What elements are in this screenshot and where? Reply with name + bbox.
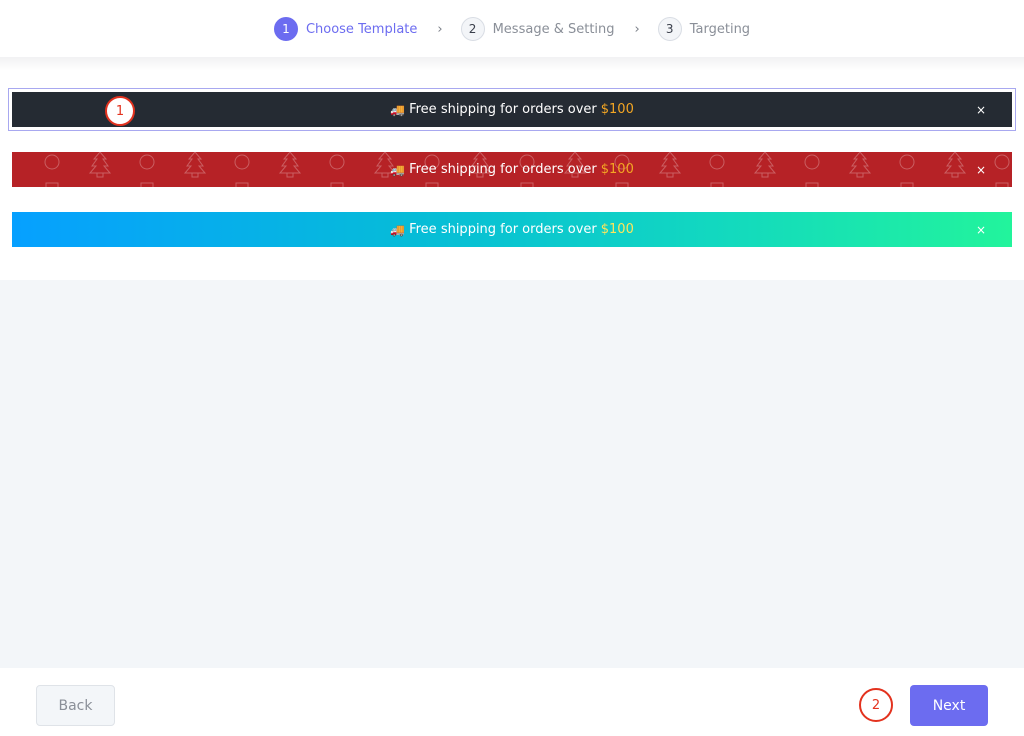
bar-message: 🚚 Free shipping for orders over $100 [390, 102, 634, 117]
gift-icon [140, 182, 154, 187]
tree-icon [88, 152, 112, 178]
ornament-icon [899, 154, 915, 170]
annotation-marker-1: 1 [105, 96, 135, 126]
bar-amount: $100 [600, 222, 634, 237]
step-number: 3 [657, 17, 682, 41]
truck-icon: 🚚 [390, 102, 406, 117]
ornament-icon [994, 154, 1010, 170]
gift-icon [900, 182, 914, 187]
bar-message: 🚚 Free shipping for orders over $100 [390, 162, 634, 177]
gift-icon [710, 182, 724, 187]
annotation-marker-2: 2 [859, 688, 893, 722]
gift-icon [45, 182, 59, 187]
step-label: Choose Template [305, 21, 418, 37]
gift-icon [615, 182, 629, 187]
gift-icon [995, 182, 1009, 187]
stepper: 1 Choose Template › 2 Message & Setting … [0, 0, 1024, 58]
tree-icon [658, 152, 682, 178]
tree-icon [183, 152, 207, 178]
step-label: Message & Setting [492, 21, 615, 37]
step-message-setting[interactable]: 2 Message & Setting [460, 17, 615, 41]
tree-icon [753, 152, 777, 178]
next-button[interactable]: Next [910, 685, 988, 726]
template-list: 🚚 Free shipping for orders over $100 × 🚚… [0, 70, 1024, 280]
ornament-icon [44, 154, 60, 170]
step-targeting[interactable]: 3 Targeting [657, 17, 751, 41]
tree-icon [943, 152, 967, 178]
bar-text: Free shipping for orders over [409, 222, 597, 237]
ornament-icon [709, 154, 725, 170]
header-shadow [0, 57, 1024, 71]
bar-amount: $100 [600, 162, 634, 177]
gift-icon [425, 182, 439, 187]
gift-icon [520, 182, 534, 187]
step-number: 2 [460, 17, 485, 41]
truck-icon: 🚚 [390, 162, 406, 177]
gift-icon [330, 182, 344, 187]
ornament-icon [234, 154, 250, 170]
chevron-right-icon: › [634, 21, 640, 37]
ornament-icon [329, 154, 345, 170]
content-area [0, 280, 1024, 668]
close-icon[interactable]: × [976, 163, 986, 177]
step-number: 1 [273, 17, 298, 41]
close-icon[interactable]: × [976, 103, 986, 117]
gift-icon [235, 182, 249, 187]
template-dark[interactable]: 🚚 Free shipping for orders over $100 × [8, 88, 1016, 131]
truck-icon: 🚚 [390, 222, 406, 237]
ornament-icon [139, 154, 155, 170]
template-gradient[interactable]: 🚚 Free shipping for orders over $100 × [12, 212, 1012, 247]
gift-icon [805, 182, 819, 187]
tree-icon [848, 152, 872, 178]
back-button[interactable]: Back [36, 685, 115, 726]
bar-message: 🚚 Free shipping for orders over $100 [390, 222, 634, 237]
close-icon[interactable]: × [976, 223, 986, 237]
template-christmas[interactable]: 🚚 Free shipping for orders over $100 × [12, 152, 1012, 187]
bar-text: Free shipping for orders over [409, 102, 597, 117]
bar-amount: $100 [600, 102, 634, 117]
chevron-right-icon: › [437, 21, 443, 37]
step-choose-template[interactable]: 1 Choose Template [273, 17, 418, 41]
ornament-icon [804, 154, 820, 170]
step-label: Targeting [689, 21, 751, 37]
tree-icon [278, 152, 302, 178]
bar-text: Free shipping for orders over [409, 162, 597, 177]
